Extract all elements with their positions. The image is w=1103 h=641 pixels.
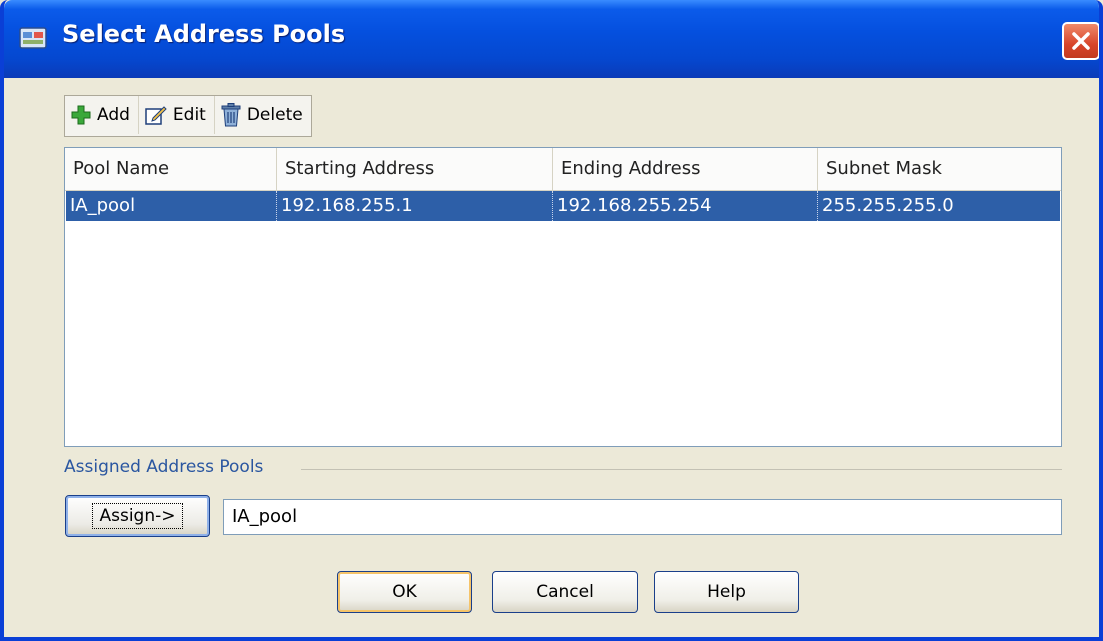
column-header-subnet-mask[interactable]: Subnet Mask (818, 148, 1061, 190)
cancel-label: Cancel (536, 582, 594, 602)
ok-label: OK (392, 582, 417, 602)
cancel-button[interactable]: Cancel (492, 571, 638, 613)
column-header-pool-name[interactable]: Pool Name (65, 148, 277, 190)
cell-starting-address: 192.168.255.1 (277, 191, 553, 221)
help-label: Help (707, 582, 746, 602)
assign-button-label: Assign-> (92, 503, 183, 529)
app-icon (19, 27, 47, 49)
help-button[interactable]: Help (654, 571, 799, 613)
cell-pool-name: IA_pool (66, 191, 277, 221)
dialog-body: Add Edit Delete Pool Name Starting Addre… (4, 78, 1099, 637)
column-header-ending-address[interactable]: Ending Address (553, 148, 818, 190)
table-header: Pool Name Starting Address Ending Addres… (65, 148, 1061, 191)
add-button[interactable]: Add (65, 96, 139, 134)
toolbar: Add Edit Delete (64, 95, 312, 137)
cell-ending-address: 192.168.255.254 (553, 191, 818, 221)
column-header-starting-address[interactable]: Starting Address (277, 148, 553, 190)
window-title: Select Address Pools (62, 20, 346, 48)
delete-icon (221, 103, 241, 127)
close-icon (1072, 32, 1090, 50)
delete-label: Delete (246, 105, 303, 125)
edit-icon (145, 106, 167, 125)
edit-button[interactable]: Edit (139, 96, 215, 134)
close-button[interactable] (1062, 22, 1099, 60)
dialog-window: Select Address Pools Add Edit Delete Poo… (0, 0, 1103, 641)
ok-button[interactable]: OK (337, 571, 472, 613)
assigned-pools-group-label: Assigned Address Pools (64, 457, 264, 477)
delete-button[interactable]: Delete (215, 96, 311, 134)
add-label: Add (97, 105, 130, 125)
assign-button[interactable]: Assign-> (65, 495, 210, 537)
group-divider (301, 469, 1062, 470)
address-pools-table: Pool Name Starting Address Ending Addres… (64, 147, 1062, 447)
cell-subnet-mask: 255.255.255.0 (822, 195, 954, 216)
assigned-pools-field[interactable]: IA_pool (223, 499, 1062, 535)
table-row[interactable]: IA_pool 192.168.255.1 192.168.255.254 25… (66, 191, 1060, 221)
edit-label: Edit (172, 105, 206, 125)
add-icon (71, 105, 91, 125)
title-bar[interactable]: Select Address Pools (4, 0, 1099, 78)
